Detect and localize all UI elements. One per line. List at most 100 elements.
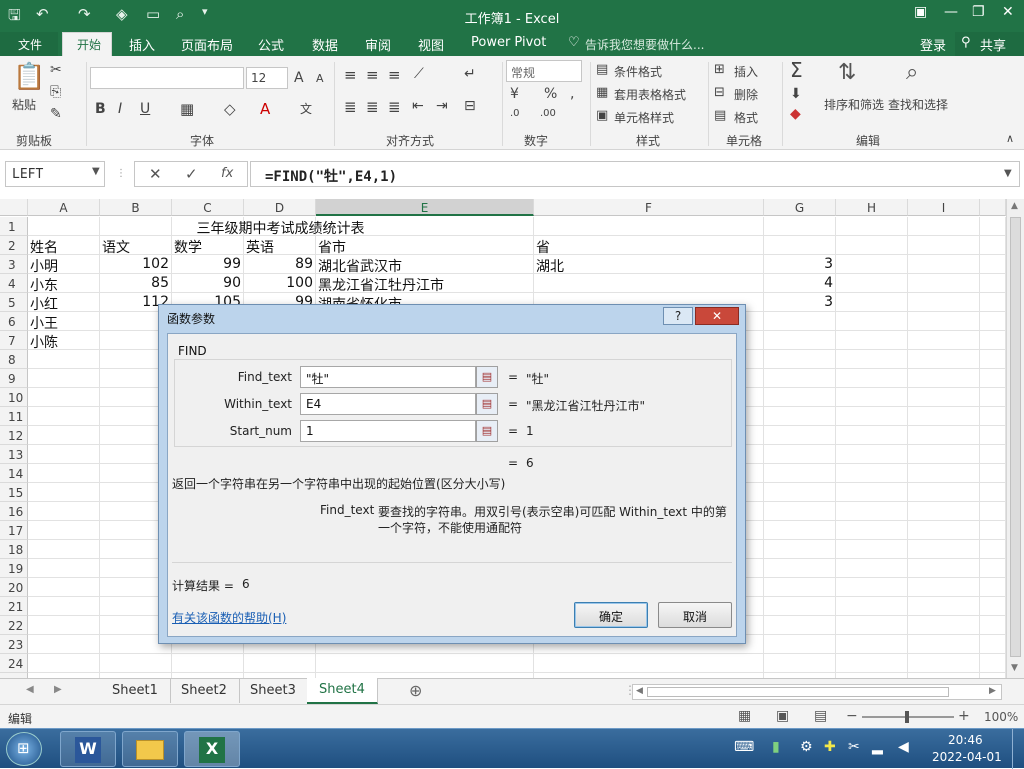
update-icon[interactable]: ✚: [824, 739, 836, 755]
scroll-down-icon[interactable]: ▼: [1011, 663, 1018, 673]
row-header[interactable]: 20: [0, 578, 28, 597]
header-cell[interactable]: 数学: [172, 236, 244, 256]
align-top-icon[interactable]: ≡: [344, 66, 357, 84]
name-cell[interactable]: 小明: [28, 255, 100, 275]
scroll-right-icon[interactable]: ▶: [989, 686, 996, 696]
row-header[interactable]: 3: [0, 255, 28, 274]
scroll-thumb[interactable]: [1010, 217, 1021, 657]
tab-power-pivot[interactable]: Power Pivot: [471, 35, 546, 50]
cancel-entry-icon[interactable]: ✕: [149, 165, 162, 183]
conditional-format-button[interactable]: 条件格式: [614, 63, 662, 80]
prev-sheet-icon[interactable]: ◀: [26, 684, 34, 695]
row-header[interactable]: 8: [0, 350, 28, 369]
paste-icon[interactable]: 📋: [13, 62, 45, 92]
sheet-tab-3[interactable]: Sheet3: [238, 679, 309, 703]
h-scroll-thumb[interactable]: [647, 687, 949, 697]
row-header[interactable]: 23: [0, 635, 28, 654]
grid-cell[interactable]: [980, 654, 1006, 673]
clear-icon[interactable]: ◆: [790, 106, 801, 122]
delete-cells-button[interactable]: 删除: [734, 86, 758, 103]
grid-cell[interactable]: [980, 540, 1006, 559]
grid-cell[interactable]: [908, 616, 980, 635]
row-header[interactable]: 19: [0, 559, 28, 578]
scroll-left-icon[interactable]: ◀: [636, 686, 643, 696]
start-button[interactable]: ⊞: [6, 732, 42, 766]
minimize-icon[interactable]: —: [944, 4, 958, 20]
header-cell[interactable]: 省市: [316, 236, 534, 256]
insert-cells-button[interactable]: 插入: [734, 63, 758, 80]
grid-cell[interactable]: [908, 445, 980, 464]
result-cell[interactable]: [764, 312, 836, 331]
autosum-icon[interactable]: Σ: [790, 58, 803, 82]
grid-cell[interactable]: [764, 464, 836, 483]
grid-cell[interactable]: [836, 388, 908, 407]
clock-date[interactable]: 2022-04-01: [932, 750, 1002, 764]
battery-icon[interactable]: ▮: [772, 739, 780, 755]
close-icon[interactable]: ✕: [1002, 4, 1014, 20]
grid-cell[interactable]: [980, 616, 1006, 635]
conditional-format-icon[interactable]: ▤: [596, 62, 608, 77]
format-cells-button[interactable]: 格式: [734, 109, 758, 126]
format-painter-icon[interactable]: ✎: [50, 106, 62, 122]
grid-cell[interactable]: [836, 426, 908, 445]
format-cells-icon[interactable]: ▤: [714, 108, 726, 123]
grid-cell[interactable]: [980, 293, 1006, 312]
grid-cell[interactable]: [28, 464, 100, 483]
column-header[interactable]: I: [908, 199, 980, 216]
grid-cell[interactable]: [764, 407, 836, 426]
grid-cell[interactable]: [28, 578, 100, 597]
grid-cell[interactable]: [980, 578, 1006, 597]
fill-icon[interactable]: ⬇: [790, 86, 802, 102]
excel-taskbar-icon[interactable]: X: [184, 731, 240, 767]
column-header[interactable]: C: [172, 199, 244, 216]
grid-cell[interactable]: [980, 217, 1006, 236]
grid-cell[interactable]: [836, 407, 908, 426]
tab-insert[interactable]: 插入: [129, 35, 155, 54]
insert-cells-icon[interactable]: ⊞: [714, 62, 725, 77]
explorer-taskbar-icon[interactable]: [122, 731, 178, 767]
tell-me-input[interactable]: 告诉我您想要做什么...: [585, 36, 704, 53]
borders-icon[interactable]: ▦: [180, 100, 194, 118]
zoom-slider-thumb[interactable]: [905, 711, 909, 723]
province-cell[interactable]: 湖北: [534, 255, 764, 275]
result-cell[interactable]: 3: [764, 255, 836, 274]
grid-cell[interactable]: [764, 578, 836, 597]
grid-cell[interactable]: [836, 502, 908, 521]
grid-cell[interactable]: [980, 350, 1006, 369]
score-cell[interactable]: 90: [172, 274, 244, 293]
grid-cell[interactable]: [836, 654, 908, 673]
grid-cell[interactable]: [908, 331, 980, 350]
grid-cell[interactable]: [908, 407, 980, 426]
ok-button[interactable]: 确定: [574, 602, 648, 628]
grid-cell[interactable]: [764, 483, 836, 502]
grid-cell[interactable]: [28, 369, 100, 388]
grid-cell[interactable]: [980, 255, 1006, 274]
increase-indent-icon[interactable]: ⇥: [436, 98, 448, 114]
within-text-input[interactable]: E4: [300, 393, 476, 415]
grid-cell[interactable]: [28, 635, 100, 654]
city-cell[interactable]: 湖北省武汉市: [316, 255, 534, 275]
grid-cell[interactable]: [908, 521, 980, 540]
wrap-text-icon[interactable]: ↵: [464, 66, 476, 82]
grid-cell[interactable]: [28, 388, 100, 407]
increase-decimal-icon[interactable]: .0: [510, 108, 520, 119]
font-size-select[interactable]: 12: [246, 67, 288, 89]
grid-cell[interactable]: [908, 483, 980, 502]
grid-cell[interactable]: [980, 464, 1006, 483]
result-cell[interactable]: 3: [764, 293, 836, 312]
row-header[interactable]: 16: [0, 502, 28, 521]
grid-cell[interactable]: [908, 635, 980, 654]
grid-cell[interactable]: [836, 274, 908, 293]
name-box[interactable]: LEFT: [5, 161, 105, 187]
table-format-button[interactable]: 套用表格格式: [614, 86, 686, 103]
expand-formula-icon[interactable]: ▼: [1004, 168, 1012, 179]
start-num-input[interactable]: 1: [300, 420, 476, 442]
grid-cell[interactable]: [908, 369, 980, 388]
find-select-button[interactable]: 查找和选择: [888, 96, 948, 113]
grid-cell[interactable]: [28, 350, 100, 369]
insert-function-icon[interactable]: fx: [221, 166, 233, 181]
row-header[interactable]: 17: [0, 521, 28, 540]
sheet-tab-4[interactable]: Sheet4: [307, 678, 378, 704]
orientation-icon[interactable]: ⟋: [414, 66, 424, 82]
score-cell[interactable]: 102: [100, 255, 172, 274]
